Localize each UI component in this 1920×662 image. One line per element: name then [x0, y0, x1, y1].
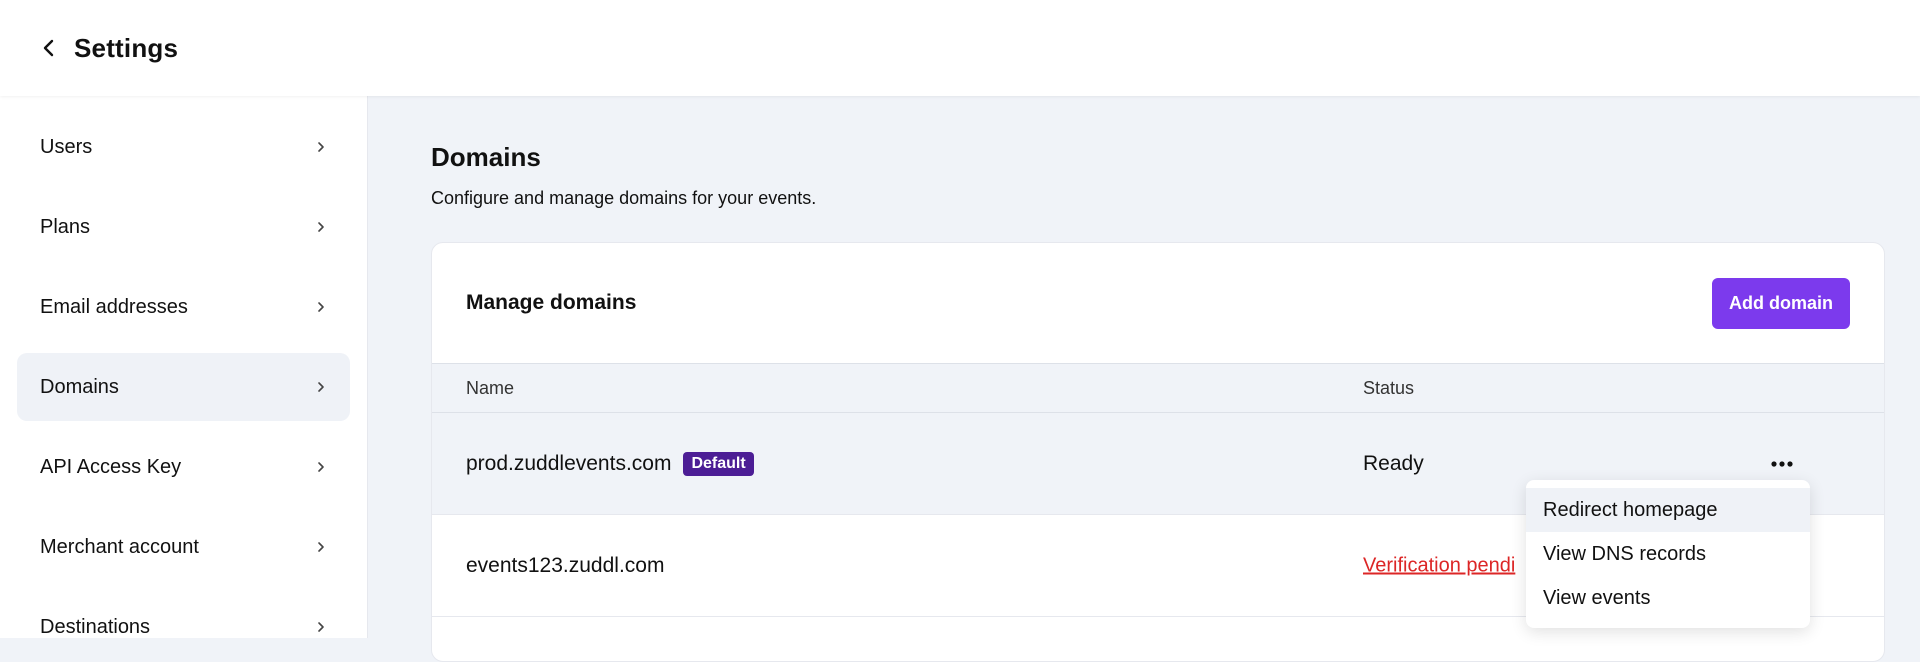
table-header: Name Status	[432, 363, 1884, 413]
menu-item-redirect-homepage[interactable]: Redirect homepage	[1526, 488, 1810, 532]
sidebar-item-destinations[interactable]: Destinations	[17, 593, 350, 638]
chevron-left-icon	[43, 39, 54, 57]
column-header-name: Name	[466, 377, 515, 398]
verification-pending-link[interactable]: Verification pendi	[1363, 554, 1515, 577]
sidebar-item-plans[interactable]: Plans	[17, 193, 350, 261]
menu-item-view-dns-records[interactable]: View DNS records	[1526, 532, 1810, 576]
sidebar-item-label: Domains	[40, 375, 119, 398]
back-button[interactable]	[38, 37, 60, 59]
default-badge: Default	[683, 451, 754, 476]
column-header-status: Status	[1363, 377, 1415, 398]
chevron-right-icon	[318, 142, 324, 152]
chevron-right-icon	[318, 382, 324, 392]
status-cell: Verification pendi	[1363, 554, 1515, 577]
section-description: Configure and manage domains for your ev…	[431, 188, 817, 208]
chevron-right-icon	[318, 302, 324, 312]
sidebar-item-label: Merchant account	[40, 535, 199, 558]
sidebar-item-label: API Access Key	[40, 455, 182, 478]
domain-name: prod.zuddlevents.com	[466, 451, 672, 475]
card-header: Manage domains Add domain	[432, 243, 1884, 363]
sidebar-item-label: Plans	[40, 215, 91, 238]
status-text: Ready	[1363, 451, 1424, 475]
more-options-button[interactable]	[1768, 454, 1796, 474]
sidebar-item-domains[interactable]: Domains	[17, 353, 350, 421]
page-title: Settings	[74, 32, 179, 63]
more-horizontal-icon	[1771, 460, 1793, 467]
domain-name: events123.zuddl.com	[466, 553, 665, 577]
chevron-right-icon	[318, 222, 324, 232]
menu-item-view-events[interactable]: View events	[1526, 576, 1810, 620]
section-title: Domains	[431, 142, 541, 172]
chevron-right-icon	[318, 542, 324, 552]
sidebar-item-email-addresses[interactable]: Email addresses	[17, 273, 350, 341]
card-title: Manage domains	[466, 291, 637, 314]
add-domain-button[interactable]: Add domain	[1712, 277, 1850, 329]
sidebar-item-label: Email addresses	[40, 295, 188, 318]
sidebar-item-users[interactable]: Users	[17, 113, 350, 181]
status-cell: Ready	[1363, 452, 1424, 476]
sidebar-item-merchant-account[interactable]: Merchant account	[17, 513, 350, 581]
sidebar-item-api-access-key[interactable]: API Access Key	[17, 433, 350, 501]
sidebar-item-label: Destinations	[40, 615, 151, 638]
row-actions-menu: Redirect homepage View DNS records View …	[1526, 480, 1810, 628]
chevron-right-icon	[318, 462, 324, 472]
domain-name-cell: prod.zuddlevents.com Default	[466, 451, 754, 476]
settings-sidebar: Users Plans Email addresses Domains API …	[0, 96, 368, 638]
domain-name-cell: events123.zuddl.com	[466, 554, 664, 578]
sidebar-item-label: Users	[40, 135, 93, 158]
top-bar: Settings	[0, 0, 1920, 96]
chevron-right-icon	[318, 622, 324, 632]
